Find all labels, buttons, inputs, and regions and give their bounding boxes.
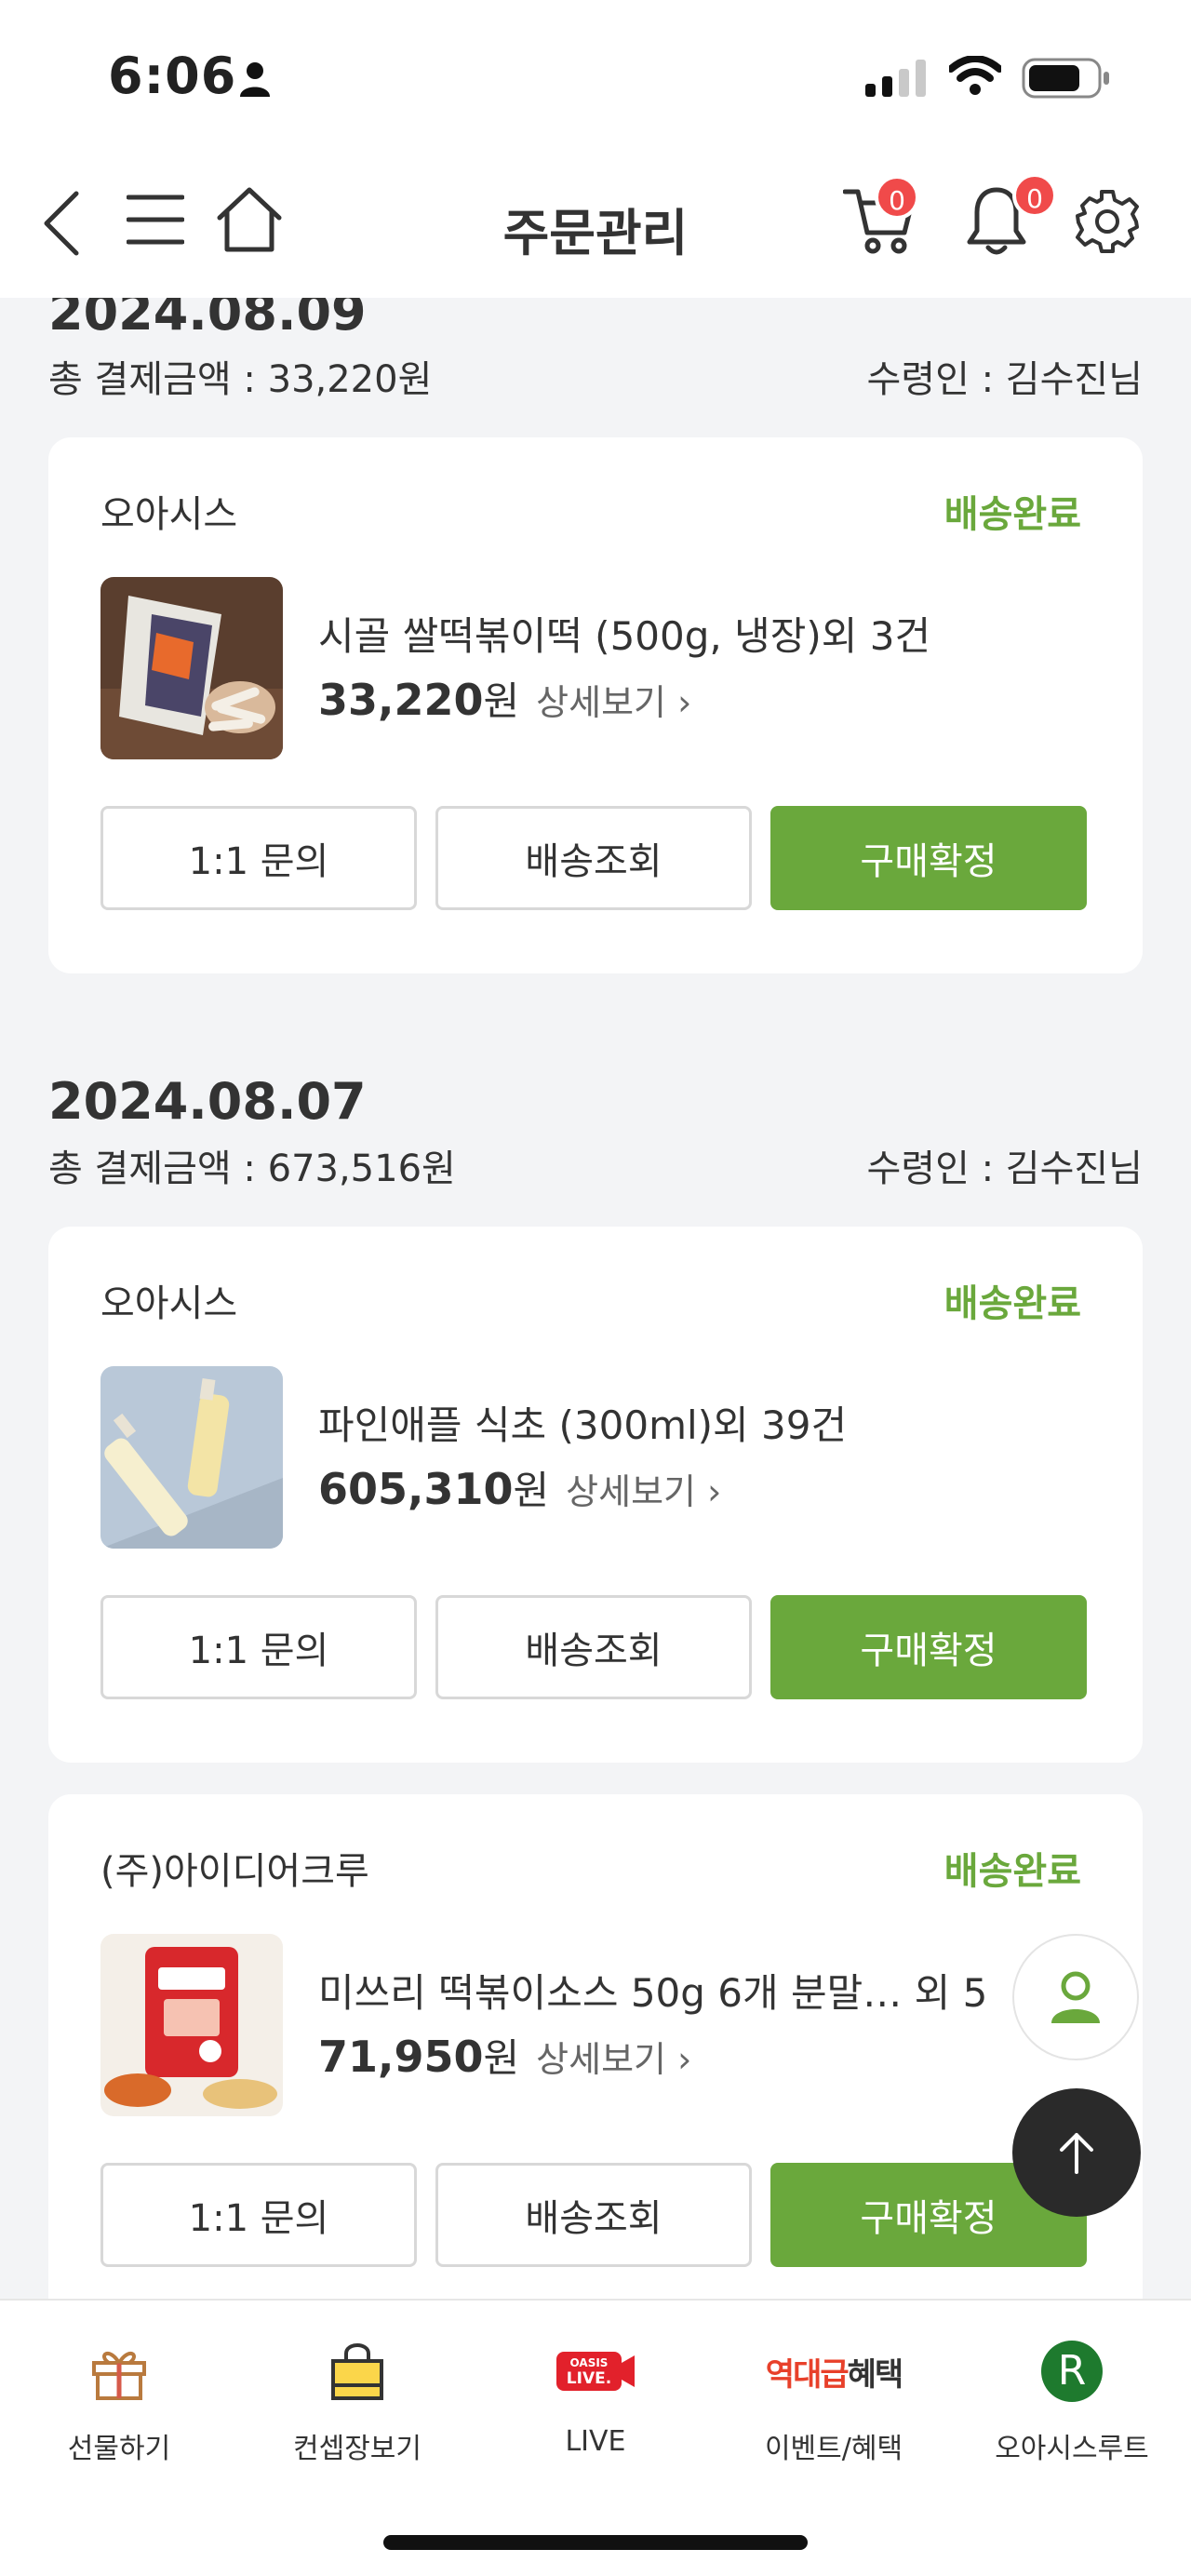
price-unit: 원 bbox=[513, 1468, 550, 1513]
inquiry-button[interactable]: 1:1 문의 bbox=[100, 2163, 417, 2267]
product-thumbnail[interactable] bbox=[100, 1366, 283, 1549]
price-unit: 원 bbox=[483, 678, 520, 724]
bottom-navigation: 선물하기 컨셉장보기 OASIS LIVE. LIVE 역대급 혜택 이벤트/혜… bbox=[0, 2299, 1191, 2576]
gear-icon[interactable] bbox=[1074, 188, 1141, 255]
order-price: 33,220 bbox=[318, 675, 484, 725]
nav-label: 이벤트/혜택 bbox=[764, 2433, 903, 2465]
order-card: 오아시스 배송완료 파인애플 식초 (300ml)외 39건 605,310 원… bbox=[48, 1227, 1143, 1763]
product-name: 미쓰리 떡볶이소스 50g 6개 분말… 외 5 bbox=[318, 1970, 988, 2016]
delivery-tracking-button[interactable]: 배송조회 bbox=[435, 806, 752, 910]
nav-item-live[interactable]: OASIS LIVE. LIVE bbox=[476, 2334, 715, 2458]
notification-button[interactable]: 0 bbox=[964, 173, 1057, 259]
delivery-tracking-button[interactable]: 배송조회 bbox=[435, 2163, 752, 2267]
order-total: 총 결제금액 : 673,516원 bbox=[48, 1147, 456, 1190]
product-name: 파인애플 식초 (300ml)외 39건 bbox=[318, 1402, 848, 1448]
event-icon-red-text: 역대급 bbox=[765, 2355, 850, 2394]
notification-count-badge: 0 bbox=[1012, 173, 1057, 218]
product-thumbnail[interactable] bbox=[100, 577, 283, 759]
order-group: 2024.08.07 총 결제금액 : 673,516원 수령인 : 김수진님 … bbox=[48, 1068, 1143, 2299]
delivery-status: 배송완료 bbox=[943, 1282, 1081, 1325]
nav-label: 선물하기 bbox=[67, 2433, 171, 2465]
status-bar: 6:06 bbox=[0, 0, 1191, 158]
seller-name: 오아시스 bbox=[100, 1282, 238, 1325]
nav-label: 컨셉장보기 bbox=[293, 2433, 422, 2465]
delivery-tracking-button[interactable]: 배송조회 bbox=[435, 1595, 752, 1699]
detail-link[interactable]: 상세보기 › bbox=[566, 1463, 721, 1514]
nav-label: 오아시스루트 bbox=[995, 2433, 1149, 2465]
scroll-top-button[interactable] bbox=[1012, 2088, 1141, 2217]
price-row: 33,220 원 상세보기 › bbox=[318, 670, 691, 727]
battery-icon bbox=[1022, 58, 1109, 99]
sauce-pouch-image bbox=[100, 1934, 283, 2116]
app-header: 주문관리 0 0 bbox=[0, 158, 1191, 298]
order-price: 605,310 bbox=[318, 1464, 514, 1514]
order-price: 71,950 bbox=[318, 2032, 484, 2082]
product-name: 시골 쌀떡볶이떡 (500g, 냉장)외 3건 bbox=[318, 613, 931, 659]
order-date: 2024.08.09 bbox=[48, 298, 367, 342]
cart-count-badge: 0 bbox=[875, 175, 919, 220]
detail-link[interactable]: 상세보기 › bbox=[536, 674, 691, 725]
order-recipient: 수령인 : 김수진님 bbox=[866, 1147, 1143, 1190]
rice-cake-image bbox=[100, 577, 283, 759]
product-thumbnail[interactable] bbox=[100, 1934, 283, 2116]
cart-button[interactable]: 0 bbox=[842, 175, 919, 257]
event-benefit-icon: 역대급 혜택 bbox=[715, 2334, 953, 2408]
order-meta: 총 결제금액 : 33,220원 수령인 : 김수진님 bbox=[48, 346, 1143, 413]
cellular-signal-icon bbox=[865, 60, 926, 97]
price-row: 71,950 원 상세보기 › bbox=[318, 2027, 691, 2084]
profile-fab-button[interactable] bbox=[1012, 1934, 1139, 2060]
wifi-icon bbox=[949, 56, 1001, 95]
order-recipient: 수령인 : 김수진님 bbox=[866, 358, 1143, 401]
live-icon-top-text: OASIS bbox=[570, 2356, 609, 2369]
oasis-route-icon: R bbox=[1041, 2341, 1103, 2402]
event-icon-dark-text: 혜택 bbox=[847, 2355, 904, 2394]
nav-item-concept-shopping[interactable]: 컨셉장보기 bbox=[238, 2334, 476, 2466]
detail-link[interactable]: 상세보기 › bbox=[536, 2031, 691, 2082]
vinegar-bottles-image bbox=[100, 1366, 283, 1549]
confirm-purchase-button[interactable]: 구매확정 bbox=[770, 1595, 1087, 1699]
order-total: 총 결제금액 : 33,220원 bbox=[48, 358, 433, 401]
shopping-bag-icon bbox=[331, 2343, 383, 2400]
price-row: 605,310 원 상세보기 › bbox=[318, 1459, 721, 1516]
order-card: (주)아이디어크루 배송완료 미쓰리 떡볶이소스 50g 6개 분말… 외 5 … bbox=[48, 1794, 1143, 2299]
nav-label: LIVE bbox=[565, 2425, 626, 2458]
gift-icon bbox=[92, 2351, 146, 2400]
order-group: 2024.08.09 총 결제금액 : 33,220원 수령인 : 김수진님 오… bbox=[48, 298, 1143, 973]
price-unit: 원 bbox=[483, 2035, 520, 2081]
oasis-live-icon: OASIS LIVE. bbox=[556, 2352, 635, 2391]
delivery-status: 배송완료 bbox=[943, 493, 1081, 536]
inquiry-button[interactable]: 1:1 문의 bbox=[100, 1595, 417, 1699]
order-card: 오아시스 배송완료 시골 쌀떡볶이떡 (500g, 냉장)외 3건 33,220… bbox=[48, 437, 1143, 973]
nav-item-event[interactable]: 역대급 혜택 이벤트/혜택 bbox=[715, 2334, 953, 2466]
confirm-purchase-button[interactable]: 구매확정 bbox=[770, 806, 1087, 910]
oasis-route-icon-letter: R bbox=[1057, 2347, 1087, 2395]
order-meta: 총 결제금액 : 673,516원 수령인 : 김수진님 bbox=[48, 1135, 1143, 1202]
inquiry-button[interactable]: 1:1 문의 bbox=[100, 806, 417, 910]
person-icon bbox=[240, 62, 270, 97]
user-icon bbox=[1051, 1971, 1100, 2023]
status-time: 6:06 bbox=[108, 47, 237, 105]
delivery-status: 배송완료 bbox=[943, 1850, 1081, 1893]
seller-name: 오아시스 bbox=[100, 493, 238, 536]
nav-item-gift[interactable]: 선물하기 bbox=[0, 2334, 238, 2466]
home-indicator bbox=[383, 2535, 808, 2550]
live-icon-bottom-text: LIVE. bbox=[567, 2369, 611, 2388]
arrow-up-icon bbox=[1060, 2133, 1093, 2174]
seller-name: (주)아이디어크루 bbox=[100, 1850, 369, 1893]
order-date: 2024.08.07 bbox=[48, 1072, 367, 1131]
nav-item-oasis-route[interactable]: R 오아시스루트 bbox=[953, 2334, 1191, 2466]
